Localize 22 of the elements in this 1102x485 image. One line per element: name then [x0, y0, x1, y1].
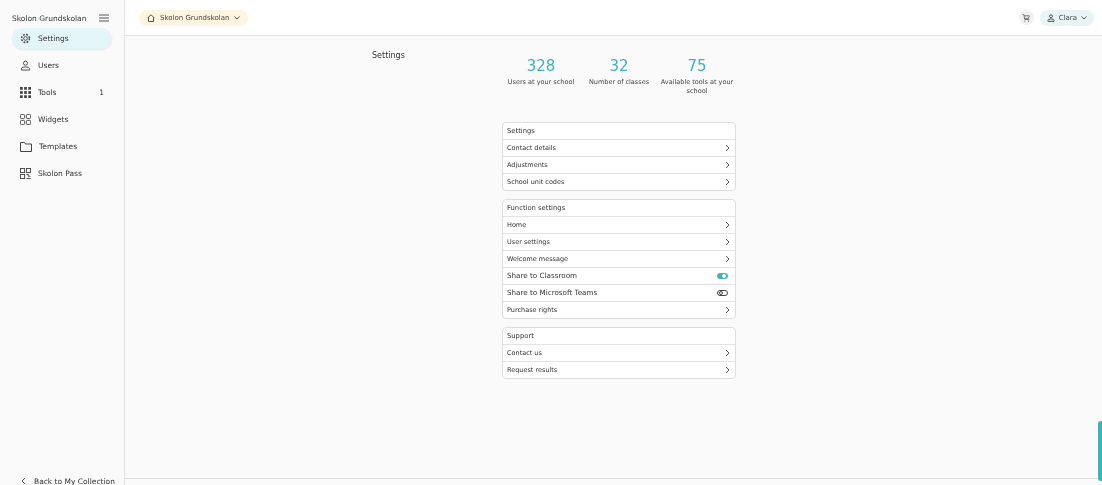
widgets-icon [20, 114, 31, 125]
caret-icon [234, 15, 241, 20]
stat-value: 328 [526, 57, 556, 75]
qr-code-icon [20, 168, 31, 179]
user-icon [1046, 13, 1055, 22]
gear-icon [20, 33, 31, 44]
cart-button[interactable] [1018, 10, 1034, 25]
home-icon [147, 13, 155, 22]
caret-icon [1081, 15, 1087, 20]
menu-icon[interactable] [99, 14, 109, 22]
side-tab[interactable] [1098, 421, 1102, 481]
page-title: Settings [372, 51, 406, 60]
chevron-right-icon [725, 305, 730, 314]
user-icon [20, 60, 31, 71]
stat-value: 75 [687, 57, 707, 75]
toggle-switch[interactable] [717, 289, 728, 296]
folder-icon [20, 141, 32, 152]
toggle-switch[interactable] [717, 272, 728, 279]
chevron-left-icon [20, 477, 28, 485]
grid-icon [20, 87, 31, 98]
stat-value: 32 [609, 57, 629, 75]
cart-icon [1022, 13, 1031, 22]
